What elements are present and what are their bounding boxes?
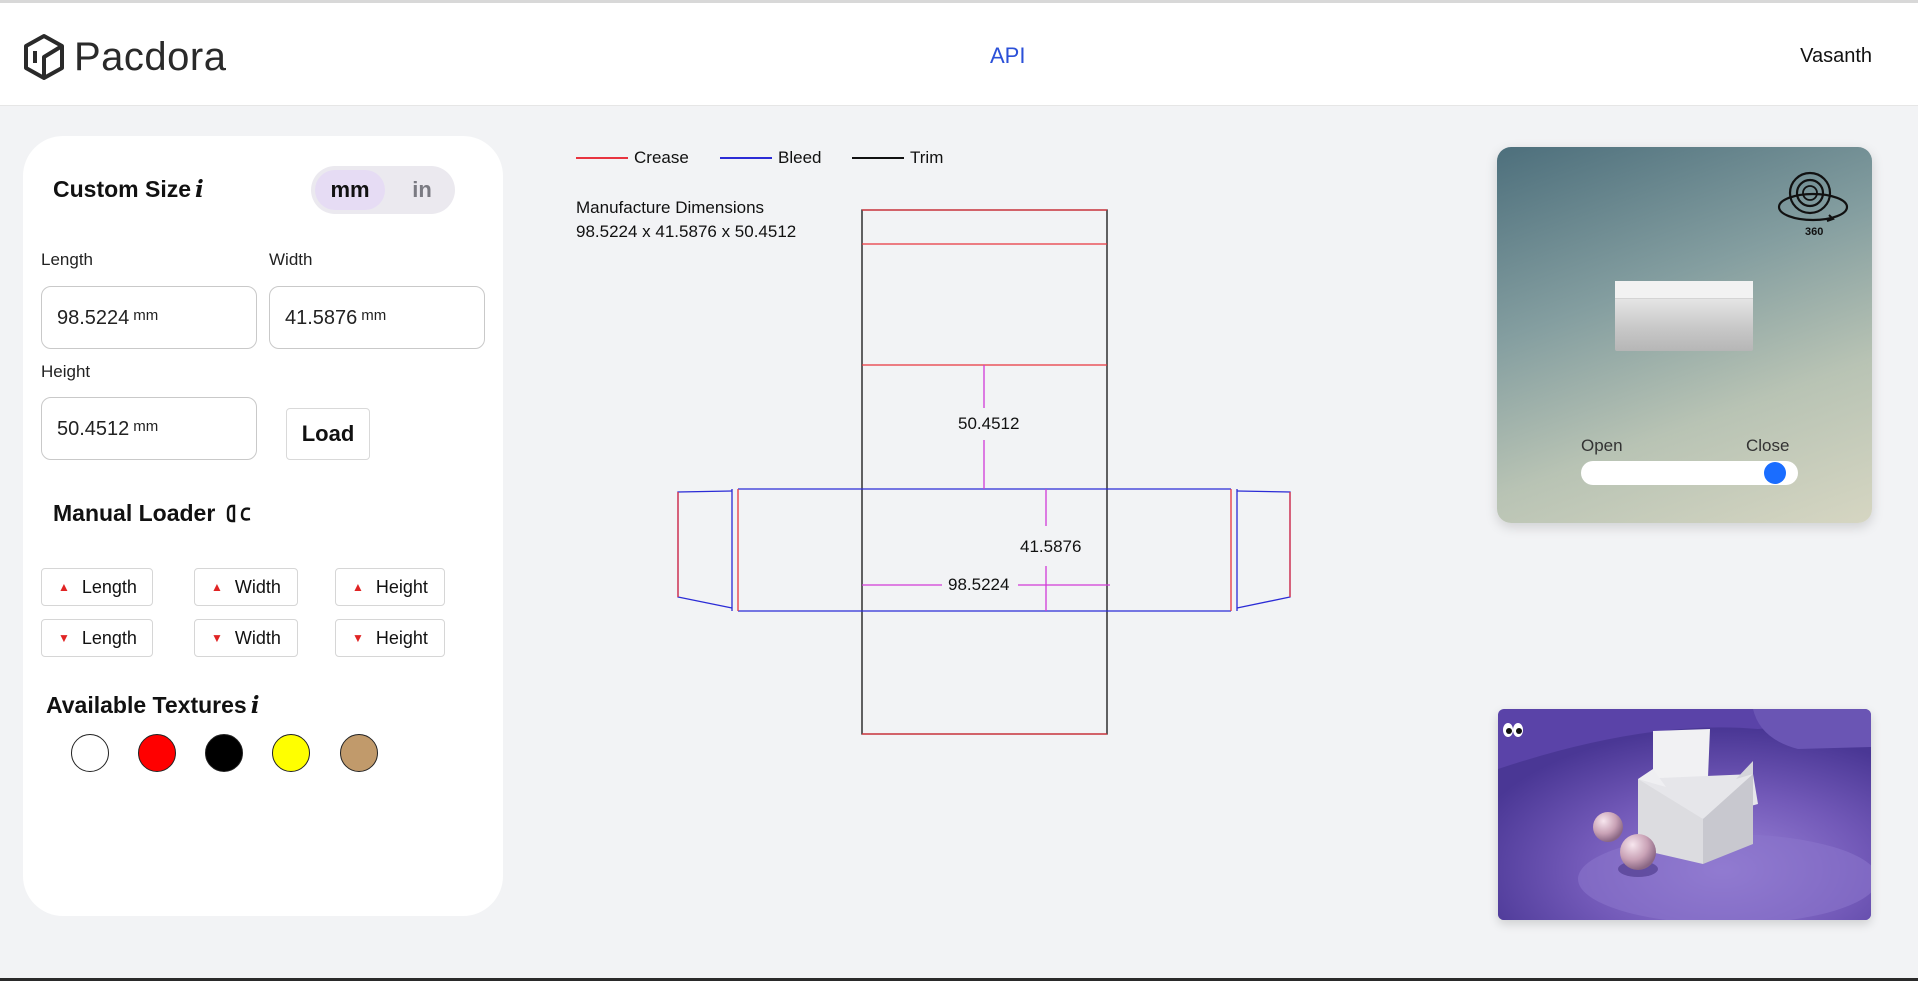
box-3d-lid (1615, 281, 1753, 299)
rotate-360-icon[interactable]: 360 (1777, 167, 1853, 237)
scene-render (1498, 709, 1871, 920)
scene-preview[interactable] (1498, 709, 1871, 920)
box-3d-model[interactable] (1615, 281, 1753, 351)
slider-thumb[interactable] (1764, 462, 1786, 484)
open-close-slider[interactable] (1581, 461, 1798, 485)
close-label: Close (1746, 436, 1790, 455)
right-flap-bleed (1236, 490, 1291, 609)
badge-360-text: 360 (1805, 226, 1823, 237)
3d-preview-viewer[interactable]: 360 Open Close (1497, 147, 1872, 523)
open-label: Open (1581, 436, 1623, 455)
height-dimension-text: 50.4512 (958, 414, 1019, 433)
width-dimension-text: 41.5876 (1020, 537, 1081, 556)
length-dimension-text: 98.5224 (948, 575, 1009, 594)
left-flap-bleed (677, 490, 733, 609)
